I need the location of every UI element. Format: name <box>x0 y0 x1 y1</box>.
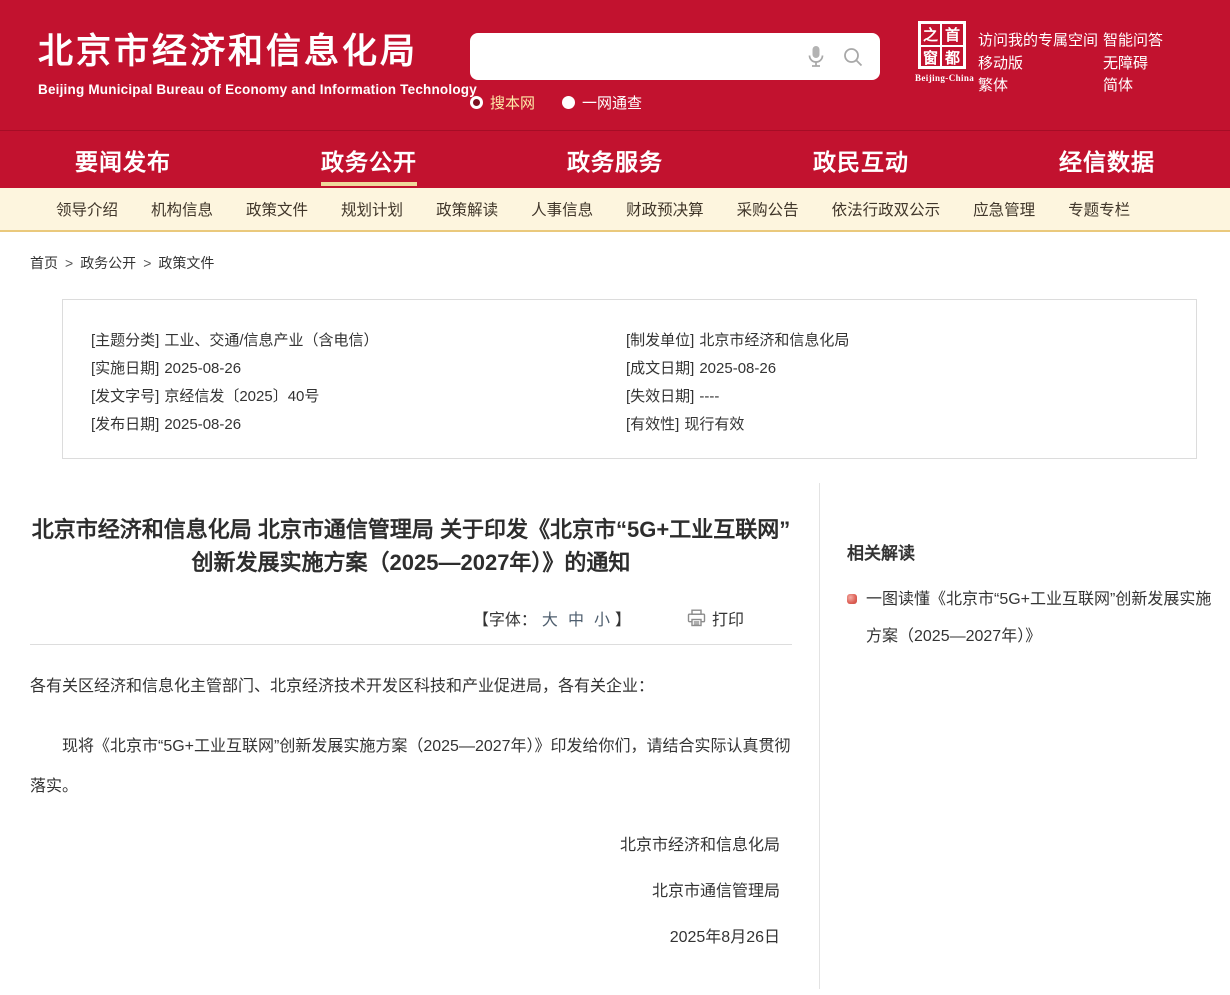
link-my-space[interactable]: 访问我的专属空间 <box>978 30 1098 53</box>
radio-search-site[interactable]: 搜本网 <box>470 92 535 113</box>
link-traditional-chinese[interactable]: 繁体 <box>978 75 1098 98</box>
subnav-leaders[interactable]: 领导介绍 <box>56 198 118 220</box>
subnav-personnel[interactable]: 人事信息 <box>531 198 593 220</box>
meta-validity: [有效性]现行有效 <box>626 411 849 439</box>
logo-char: 首 <box>942 24 963 47</box>
search-input[interactable] <box>484 33 790 80</box>
meta-publish-date: [发布日期]2025-08-26 <box>91 411 626 439</box>
nav-item-government-affairs[interactable]: 政务公开 <box>246 131 492 188</box>
nav-item-services[interactable]: 政务服务 <box>492 131 738 188</box>
related-item[interactable]: 一图读懂《北京市“5G+工业互联网”创新发展实施方案（2025—2027年）》 <box>847 581 1222 655</box>
content-area: 北京市经济和信息化局 北京市通信管理局 关于印发《北京市“5G+工业互联网”创新… <box>0 483 1230 989</box>
print-button[interactable]: 打印 <box>687 606 744 630</box>
breadcrumb-separator: > <box>143 255 151 271</box>
capital-window-caption: Beijing-China <box>915 73 969 83</box>
link-simplified-chinese[interactable]: 简体 <box>1103 75 1163 98</box>
quick-links-col1: 访问我的专属空间 移动版 繁体 <box>978 30 1098 98</box>
subnav-policy-interpretation[interactable]: 政策解读 <box>436 198 498 220</box>
subnav-special-topics[interactable]: 专题专栏 <box>1068 198 1130 220</box>
search-scope-options: 搜本网 一网通查 <box>470 92 880 113</box>
article-toolbar: 【字体： 大 中 小 】 打印 <box>30 606 792 630</box>
link-smart-qa[interactable]: 智能问答 <box>1103 30 1163 53</box>
nav-item-news[interactable]: 要闻发布 <box>0 131 246 188</box>
subnav-org-info[interactable]: 机构信息 <box>151 198 213 220</box>
radio-search-all[interactable]: 一网通查 <box>562 92 642 113</box>
subnav-budget[interactable]: 财政预决算 <box>626 198 704 220</box>
meta-written-date: [成文日期]2025-08-26 <box>626 355 849 383</box>
main-nav: 要闻发布 政务公开 政务服务 政民互动 经信数据 <box>0 130 1230 188</box>
radio-search-all-label: 一网通查 <box>582 92 642 113</box>
font-size-medium-button[interactable]: 中 <box>568 606 584 630</box>
signature-org-2: 北京市通信管理局 <box>30 869 780 915</box>
subnav-procurement[interactable]: 采购公告 <box>737 198 799 220</box>
subnav-plans[interactable]: 规划计划 <box>341 198 403 220</box>
font-size-control: 【字体： 大 中 小 】 <box>473 606 631 630</box>
nav-item-interaction[interactable]: 政民互动 <box>738 131 984 188</box>
nav-item-data[interactable]: 经信数据 <box>984 131 1230 188</box>
site-title-cn: 北京市经济和信息化局 <box>38 23 477 74</box>
subnav-emergency[interactable]: 应急管理 <box>973 198 1035 220</box>
breadcrumb: 首页 > 政务公开 > 政策文件 <box>0 232 1230 273</box>
capital-window-logo[interactable]: 之 首 窗 都 Beijing-China <box>915 21 969 83</box>
font-size-large-button[interactable]: 大 <box>542 606 558 630</box>
meta-topic-category: [主题分类]工业、交通/信息产业（含电信） <box>91 327 626 355</box>
signature-org-1: 北京市经济和信息化局 <box>30 823 780 869</box>
breadcrumb-gov-affairs[interactable]: 政务公开 <box>80 255 136 271</box>
document-meta-box: [主题分类]工业、交通/信息产业（含电信） [实施日期]2025-08-26 [… <box>62 299 1197 459</box>
subnav-policy-documents[interactable]: 政策文件 <box>246 198 308 220</box>
logo-char: 窗 <box>921 47 942 68</box>
article-body: 各有关区经济和信息化主管部门、北京经济技术开发区科技和产业促进局，各有关企业： … <box>30 667 792 807</box>
meta-col-left: [主题分类]工业、交通/信息产业（含电信） [实施日期]2025-08-26 [… <box>91 327 626 439</box>
font-size-small-button[interactable]: 小 <box>594 606 610 630</box>
article-signature: 北京市经济和信息化局 北京市通信管理局 2025年8月26日 <box>30 823 792 961</box>
breadcrumb-separator: > <box>65 255 73 271</box>
print-label: 打印 <box>712 606 744 630</box>
logo-char: 之 <box>921 24 942 47</box>
meta-document-number: [发文字号]京经信发〔2025〕40号 <box>91 383 626 411</box>
font-control-prefix: 【字体： <box>473 606 537 630</box>
red-dot-icon <box>847 594 857 604</box>
article-title: 北京市经济和信息化局 北京市通信管理局 关于印发《北京市“5G+工业互联网”创新… <box>30 513 792 579</box>
signature-date: 2025年8月26日 <box>30 915 780 961</box>
capital-window-grid-icon: 之 首 窗 都 <box>918 21 966 69</box>
site-logo[interactable]: 北京市经济和信息化局 Beijing Municipal Bureau of E… <box>38 23 477 97</box>
sub-nav: 领导介绍 机构信息 政策文件 规划计划 政策解读 人事信息 财政预决算 采购公告… <box>0 188 1230 232</box>
site-header: 北京市经济和信息化局 Beijing Municipal Bureau of E… <box>0 0 1230 130</box>
search-area: 搜本网 一网通查 <box>470 33 880 113</box>
link-accessibility[interactable]: 无障碍 <box>1103 53 1163 76</box>
mic-icon[interactable] <box>806 44 826 69</box>
meta-issuing-unit: [制发单位]北京市经济和信息化局 <box>626 327 849 355</box>
breadcrumb-home[interactable]: 首页 <box>30 255 58 271</box>
search-box[interactable] <box>470 33 880 80</box>
printer-icon <box>687 609 706 627</box>
meta-implementation-date: [实施日期]2025-08-26 <box>91 355 626 383</box>
radio-selected-icon <box>470 96 483 109</box>
article: 北京市经济和信息化局 北京市通信管理局 关于印发《北京市“5G+工业互联网”创新… <box>0 483 820 989</box>
radio-unselected-icon <box>562 96 575 109</box>
search-icon[interactable] <box>842 46 864 68</box>
article-paragraph: 各有关区经济和信息化主管部门、北京经济技术开发区科技和产业促进局，各有关企业： <box>30 667 792 707</box>
related-link[interactable]: 一图读懂《北京市“5G+工业互联网”创新发展实施方案（2025—2027年）》 <box>866 581 1222 655</box>
site-title-en: Beijing Municipal Bureau of Economy and … <box>38 82 477 97</box>
meta-expiry-date: [失效日期]---- <box>626 383 849 411</box>
meta-col-right: [制发单位]北京市经济和信息化局 [成文日期]2025-08-26 [失效日期]… <box>626 327 849 439</box>
font-control-suffix: 】 <box>615 606 631 630</box>
quick-links-col2: 智能问答 无障碍 简体 <box>1103 30 1163 98</box>
article-paragraph: 现将《北京市“5G+工业互联网”创新发展实施方案（2025—2027年）》印发给… <box>30 727 792 807</box>
related-sidebar: 相关解读 一图读懂《北京市“5G+工业互联网”创新发展实施方案（2025—202… <box>820 483 1230 989</box>
related-reading-title: 相关解读 <box>847 539 1222 564</box>
radio-search-site-label: 搜本网 <box>490 92 535 113</box>
logo-char: 都 <box>942 47 963 68</box>
link-mobile-version[interactable]: 移动版 <box>978 53 1098 76</box>
subnav-disclosure[interactable]: 依法行政双公示 <box>832 198 941 220</box>
breadcrumb-policy-documents[interactable]: 政策文件 <box>158 255 214 271</box>
title-divider <box>30 644 792 645</box>
